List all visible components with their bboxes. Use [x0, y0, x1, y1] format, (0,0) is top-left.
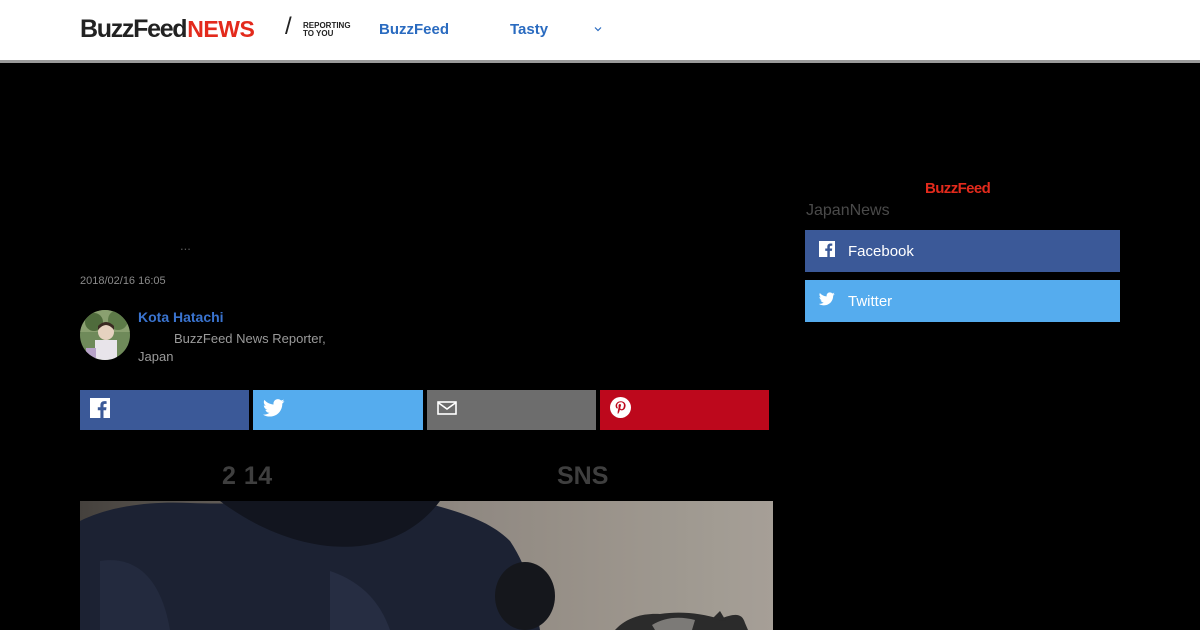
nav-link-tasty[interactable]: Tasty [510, 21, 548, 38]
nav-link-buzzfeed[interactable]: BuzzFeed [379, 21, 449, 38]
buzzfeed-news-logo[interactable]: BuzzFeed NEWS / REPORTING TO YOU [80, 13, 351, 44]
sidebar-buzzfeed-logo: BuzzFeed [925, 180, 991, 197]
share-email-button[interactable] [427, 390, 596, 430]
logo-section: NEWS [187, 15, 255, 42]
twitter-icon [818, 291, 835, 311]
mail-icon [437, 400, 457, 420]
sidebar-facebook-label: Facebook [848, 242, 914, 260]
logo-tagline: REPORTING TO YOU [303, 22, 363, 38]
author-role: BuzzFeed News Reporter, Japan [138, 331, 326, 364]
author-name-link[interactable]: Kota Hatachi [138, 309, 224, 325]
sidebar-follow-twitter-button[interactable]: Twitter [805, 280, 1120, 322]
facebook-icon [90, 397, 110, 423]
facebook-icon [819, 240, 835, 262]
sidebar-follow-facebook-button[interactable]: Facebook [805, 230, 1120, 272]
share-facebook-button[interactable] [80, 390, 249, 430]
logo-tagline-line2: TO YOU [303, 29, 334, 38]
title-ellipsis: ... [180, 238, 191, 253]
author-avatar[interactable] [80, 310, 130, 360]
article-subheading-sns: SNS [557, 462, 609, 490]
chevron-down-icon[interactable] [592, 22, 604, 34]
logo-slash: / [285, 13, 292, 40]
article-subheading-date: 2 14 [222, 462, 273, 490]
pinterest-icon [610, 397, 631, 423]
share-pinterest-button[interactable] [600, 390, 769, 430]
article-hero-photo [80, 501, 773, 630]
twitter-icon [263, 398, 285, 422]
share-twitter-button[interactable] [253, 390, 423, 430]
site-header: BuzzFeed NEWS / REPORTING TO YOU BuzzFeed… [0, 0, 1200, 63]
publish-timestamp: 2018/02/16 16:05 [80, 275, 166, 287]
sidebar-twitter-label: Twitter [848, 292, 893, 310]
logo-brand: BuzzFeed [80, 14, 188, 43]
sidebar-title: JapanNews [806, 202, 890, 219]
